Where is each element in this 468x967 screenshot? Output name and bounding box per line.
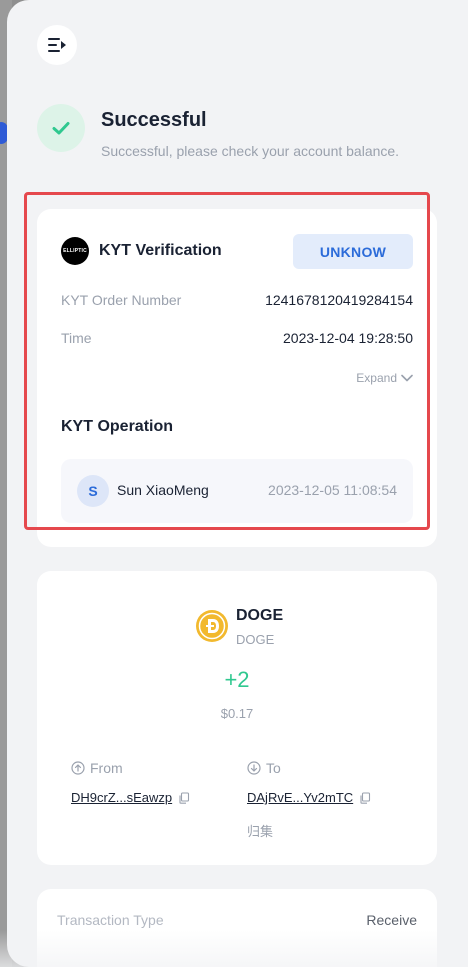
- operation-time: 2023-12-05 11:08:54: [268, 482, 397, 498]
- copy-icon[interactable]: [178, 791, 190, 804]
- expand-label: Expand: [356, 371, 397, 385]
- to-address-tag: 归集: [247, 824, 274, 839]
- elliptic-logo: ELLIPTIC: [61, 237, 89, 265]
- transaction-type-label: Transaction Type: [57, 912, 164, 928]
- asset-card: DOGE DOGE +2 $0.17 From DH9crZ...sEawzp …: [37, 571, 437, 865]
- success-check-icon: [37, 104, 85, 152]
- kyt-operation-row: S Sun XiaoMeng 2023-12-05 11:08:54: [61, 459, 413, 523]
- status-title: Successful: [101, 109, 207, 131]
- operator-avatar: S: [77, 475, 109, 507]
- coin-name: DOGE: [236, 607, 284, 624]
- kyt-time-value: 2023-12-04 19:28:50: [283, 330, 413, 346]
- fiat-value: $0.17: [220, 706, 254, 721]
- arrow-down-circle-icon: [247, 761, 261, 775]
- expand-toggle[interactable]: Expand: [356, 371, 413, 385]
- kyt-verification-card: ELLIPTIC KYT Verification UNKNOW KYT Ord…: [37, 209, 437, 547]
- kyt-order-number-label: KYT Order Number: [61, 292, 182, 308]
- transaction-type-value: Receive: [366, 912, 417, 928]
- menu-collapse-icon: [48, 38, 66, 52]
- chevron-down-icon: [401, 374, 413, 382]
- kyt-order-number-value: 1241678120419284154: [265, 292, 413, 308]
- operator-name: Sun XiaoMeng: [117, 482, 209, 498]
- collapse-drawer-button[interactable]: [37, 25, 77, 65]
- kyt-header: ELLIPTIC KYT Verification: [61, 237, 222, 265]
- kyt-title: KYT Verification: [99, 242, 222, 259]
- transaction-detail-drawer: Successful Successful, please check your…: [7, 0, 468, 967]
- kyt-time-label: Time: [61, 330, 92, 346]
- bottom-fade: [0, 930, 468, 967]
- kyt-status-badge: UNKNOW: [293, 234, 413, 269]
- to-label: To: [247, 760, 281, 776]
- transfer-amount: +2: [224, 667, 250, 692]
- doge-coin-icon: [196, 610, 228, 642]
- kyt-operation-title: KYT Operation: [61, 418, 174, 435]
- coin-symbol: DOGE: [236, 632, 275, 647]
- to-address[interactable]: DAjRvE...Yv2mTC: [247, 790, 371, 805]
- status-description: Successful, please check your account ba…: [101, 143, 400, 159]
- from-address[interactable]: DH9crZ...sEawzp: [71, 790, 190, 805]
- copy-icon[interactable]: [359, 791, 371, 804]
- from-label: From: [71, 760, 123, 776]
- arrow-up-circle-icon: [71, 761, 85, 775]
